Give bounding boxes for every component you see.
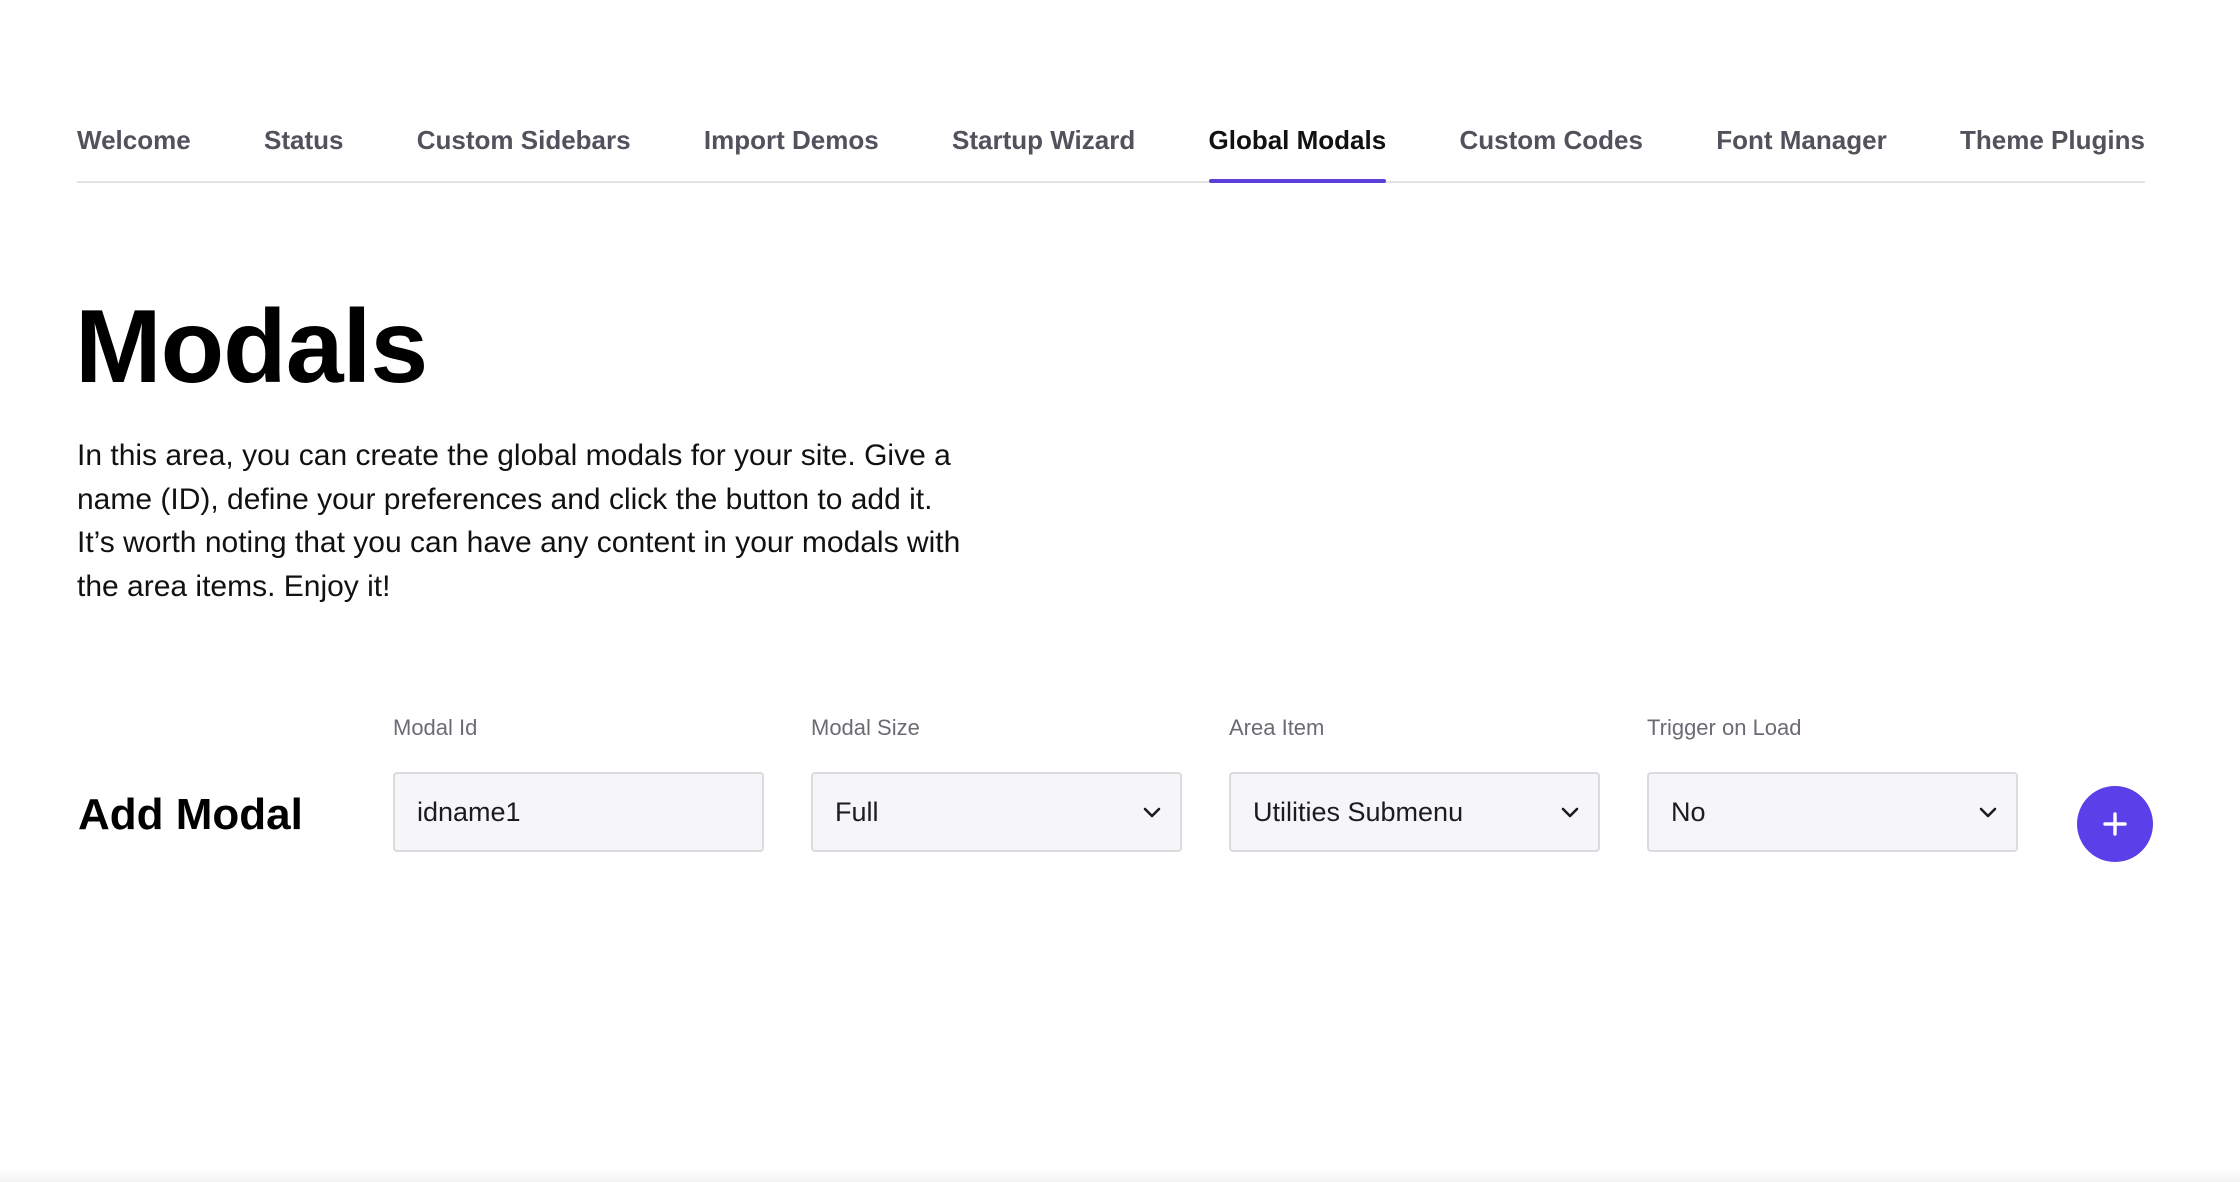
- tab-custom-sidebars[interactable]: Custom Sidebars: [417, 118, 631, 181]
- tab-theme-plugins[interactable]: Theme Plugins: [1960, 118, 2145, 181]
- modal-id-field-group: Modal Id idname1: [393, 715, 764, 852]
- description-line: the area items. Enjoy it!: [77, 569, 391, 603]
- bottom-edge-shade: [0, 1168, 2240, 1182]
- area-item-value: Utilities Submenu: [1253, 796, 1464, 827]
- add-modal-button[interactable]: [2077, 786, 2153, 862]
- modal-id-label: Modal Id: [393, 715, 478, 740]
- plus-icon: [2103, 812, 2127, 836]
- tab-font-manager[interactable]: Font Manager: [1716, 118, 1886, 181]
- tab-global-modals[interactable]: Global Modals: [1208, 118, 1386, 183]
- description-line: It’s worth noting that you can have any …: [77, 526, 961, 559]
- trigger-on-load-value: No: [1671, 796, 1706, 827]
- tab-custom-codes[interactable]: Custom Codes: [1459, 118, 1642, 181]
- modal-size-value: Full: [835, 796, 879, 827]
- modal-id-value: idname1: [417, 796, 521, 827]
- chevron-down-icon: [1561, 807, 1579, 818]
- tab-welcome[interactable]: Welcome: [77, 118, 191, 181]
- trigger-on-load-field-group: Trigger on Load No: [1647, 715, 2018, 852]
- description-line: name (ID), define your preferences and c…: [77, 482, 933, 516]
- trigger-on-load-select[interactable]: No: [1647, 772, 2018, 852]
- page-description: In this area, you can create the global …: [77, 434, 977, 608]
- modal-id-input[interactable]: idname1: [393, 772, 764, 852]
- description-line: In this area, you can create the global …: [77, 439, 951, 472]
- area-item-field-group: Area Item Utilities Submenu: [1229, 715, 1600, 852]
- chevron-down-icon: [1143, 807, 1161, 818]
- page: Welcome Status Custom Sidebars Import De…: [0, 0, 2240, 1182]
- area-item-label: Area Item: [1229, 715, 1325, 740]
- tab-import-demos[interactable]: Import Demos: [704, 118, 879, 181]
- tab-startup-wizard[interactable]: Startup Wizard: [952, 118, 1135, 181]
- area-item-select[interactable]: Utilities Submenu: [1229, 772, 1600, 852]
- add-modal-heading: Add Modal: [78, 790, 303, 839]
- modal-size-field-group: Modal Size Full: [811, 715, 1182, 852]
- trigger-on-load-label: Trigger on Load: [1647, 715, 1802, 740]
- tab-status[interactable]: Status: [264, 118, 343, 181]
- top-tab-nav: Welcome Status Custom Sidebars Import De…: [77, 118, 2145, 183]
- modal-size-select[interactable]: Full: [811, 772, 1182, 852]
- page-title: Modals: [75, 289, 428, 405]
- chevron-down-icon: [1979, 807, 1997, 818]
- modal-size-label: Modal Size: [811, 715, 920, 740]
